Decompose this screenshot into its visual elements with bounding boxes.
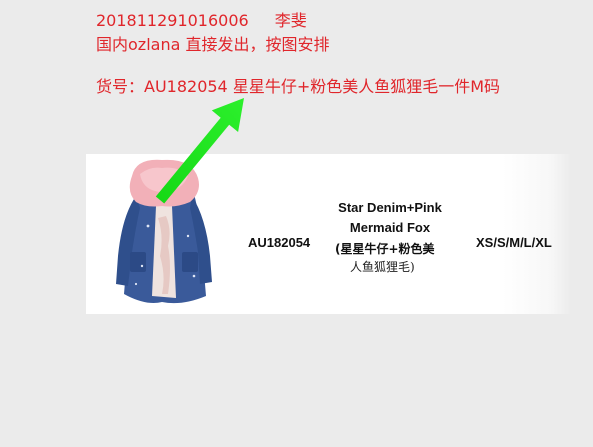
item-instruction: 货号：AU182054 星星牛仔+粉色美人鱼狐狸毛一件M码 xyxy=(96,77,501,96)
order-id: 201811291016006 xyxy=(96,11,249,30)
product-name-chinese-line-1: (星星牛仔+粉色美 xyxy=(335,242,435,256)
product-photo xyxy=(106,156,218,310)
product-name-english-line-2: Mermaid Fox xyxy=(349,220,431,235)
product-name-chinese-line-2: 人鱼狐狸毛) xyxy=(350,260,415,274)
product-name-english: Star Denim+Pink Mermaid Fox xyxy=(324,198,456,238)
product-sku: AU182054 xyxy=(248,235,311,250)
product-name-english-line-1: Star Denim+Pink xyxy=(338,200,442,215)
order-header: 201811291016006 李斐 xyxy=(96,11,307,31)
customer-name: 李斐 xyxy=(274,11,307,30)
shipping-instruction: 国内ozlana 直接发出，按图安排 xyxy=(96,35,330,54)
product-card: AU182054 Star Denim+Pink Mermaid Fox (星星… xyxy=(86,154,570,314)
product-sizes: XS/S/M/L/XL xyxy=(476,235,552,250)
